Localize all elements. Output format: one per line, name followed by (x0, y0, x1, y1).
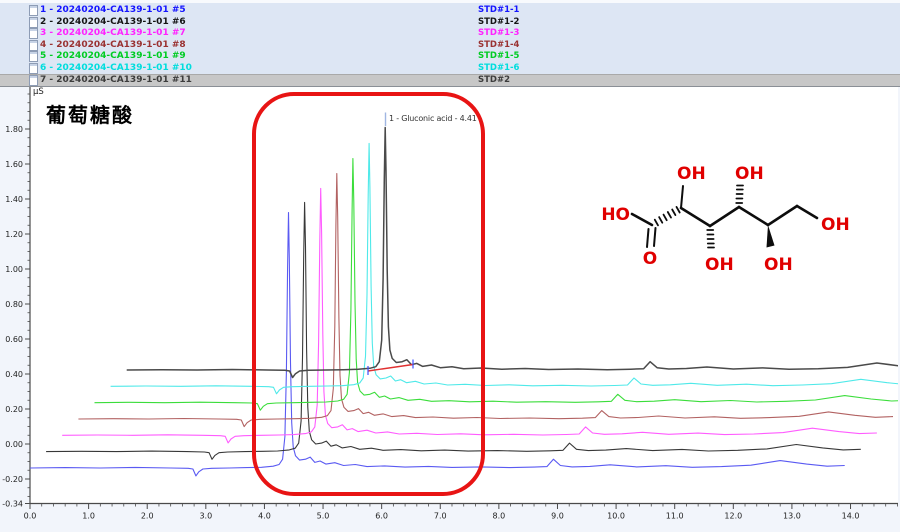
atom-label-oh4: OH (764, 255, 793, 275)
y-tick-label: -0.20 (2, 475, 23, 484)
red-highlight-box-annotation (252, 92, 485, 496)
y-tick-label: 1.00 (5, 265, 23, 274)
x-tick-label: 13.0 (783, 512, 801, 521)
injection-name-label: 6 - 20240204-CA139-1-01 #10 (40, 62, 192, 74)
x-tick-label: 9.0 (551, 512, 564, 521)
standard-name-label: STD#1-1 (478, 4, 519, 16)
injection-name-label: 3 - 20240204-CA139-1-01 #7 (40, 27, 186, 39)
atom-label-oh3: OH (705, 255, 734, 275)
x-tick-label: 2.0 (141, 512, 154, 521)
legend-row-injection-6[interactable]: 6 - 20240204-CA139-1-01 #10 STD#1-6 (0, 62, 900, 74)
y-tick-label: 1.60 (5, 160, 23, 169)
standard-name-label: STD#1-5 (478, 50, 519, 62)
injection-name-label: 2 - 20240204-CA139-1-01 #6 (40, 16, 186, 28)
x-tick-label: 1.0 (82, 512, 95, 521)
bond-c3-c4 (710, 207, 739, 226)
y-tick-label: 0.40 (5, 370, 23, 379)
solid-wedge-c5-oh (767, 225, 775, 248)
hashed-wedge-c1-c2 (655, 207, 680, 225)
standard-name-label: STD#1-4 (478, 39, 519, 51)
y-tick-label: 1.40 (5, 195, 23, 204)
bond-c4-c5 (739, 207, 768, 225)
atom-label-oh1: OH (677, 164, 706, 184)
x-tick-label: 14.0 (842, 512, 860, 521)
standard-name-label: STD#1-2 (478, 16, 519, 28)
y-tick-label: 0.00 (5, 440, 23, 449)
atom-label-oh5: OH (821, 215, 850, 235)
injection-name-label: 7 - 20240204-CA139-1-01 #11 (40, 74, 192, 86)
injection-name-label: 5 - 20240204-CA139-1-01 #9 (40, 50, 186, 62)
hashed-wedge-c3-oh (707, 230, 714, 248)
chromatogram-file-icon (29, 5, 38, 16)
x-tick-label: 3.0 (199, 512, 212, 521)
x-tick-label: 0.0 (24, 512, 37, 521)
x-tick-label: 11.0 (666, 512, 684, 521)
bond-c1-o-double-b (654, 228, 656, 246)
x-tick-label: 7.0 (434, 512, 447, 521)
y-tick-label: 0.20 (5, 405, 23, 414)
y-tick-label: 1.20 (5, 230, 23, 239)
atom-label-ho: HO (601, 205, 630, 225)
x-tick-label: 4.0 (258, 512, 271, 521)
standard-name-label: STD#2 (478, 74, 510, 86)
standard-name-label: STD#1-6 (478, 62, 519, 74)
chromatogram-file-icon (29, 28, 38, 39)
legend-row-injection-3[interactable]: 3 - 20240204-CA139-1-01 #7 STD#1-3 (0, 27, 900, 39)
chromatogram-file-icon (29, 63, 38, 74)
injection-name-label: 4 - 20240204-CA139-1-01 #8 (40, 39, 186, 51)
injection-legend-panel: 1 - 20240204-CA139-1-01 #5STD#1-12 - 202… (0, 0, 900, 87)
chromatogram-file-icon (29, 51, 38, 62)
hashed-wedge-c4-oh (736, 186, 743, 204)
x-tick-label: 8.0 (493, 512, 506, 521)
bond-c5-c6 (768, 206, 797, 225)
chromatogram-file-icon (29, 17, 38, 28)
legend-row-injection-7[interactable]: 7 - 20240204-CA139-1-01 #11 STD#2 (0, 74, 900, 86)
legend-row-injection-4[interactable]: 4 - 20240204-CA139-1-01 #8 STD#1-4 (0, 39, 900, 51)
standard-name-label: STD#1-3 (478, 27, 519, 39)
plot-title: 葡萄糖酸 (46, 99, 134, 128)
gluconic-acid-structure: HO O OH OH OH OH OH (590, 146, 890, 296)
y-tick-label: 0.80 (5, 300, 23, 309)
y-tick-label: -0.34 (2, 500, 23, 509)
legend-row-injection-2[interactable]: 2 - 20240204-CA139-1-01 #6 STD#1-2 (0, 16, 900, 28)
chromatography-app-window: { "legend": { "rows": [ {"label": "1 - 2… (0, 0, 900, 532)
atom-label-oh2: OH (735, 164, 764, 184)
bond-c6-oh (797, 206, 817, 218)
peak-annotation-label: 1 - Gluconic acid - 4.41 (389, 114, 477, 123)
chromatogram-file-icon (29, 75, 38, 86)
chromatogram-file-icon (29, 40, 38, 51)
bond-c1-o-double-a (647, 229, 649, 247)
x-tick-label: 12.0 (724, 512, 742, 521)
y-axis-unit-label: µS (33, 87, 44, 97)
legend-row-injection-5[interactable]: 5 - 20240204-CA139-1-01 #9 STD#1-5 (0, 50, 900, 62)
bond-ho-c1 (632, 214, 652, 225)
bond-c2-c3 (681, 208, 710, 226)
atom-label-o: O (643, 249, 657, 269)
x-tick-label: 5.0 (317, 512, 330, 521)
injection-name-label: 1 - 20240204-CA139-1-01 #5 (40, 4, 186, 16)
x-tick-label: 10.0 (607, 512, 625, 521)
y-tick-label: 0.60 (5, 335, 23, 344)
x-tick-label: 6.0 (375, 512, 388, 521)
legend-row-injection-1[interactable]: 1 - 20240204-CA139-1-01 #5 STD#1-1 (0, 4, 900, 16)
y-tick-label: 1.80 (5, 125, 23, 134)
bond-c2-oh-up (681, 186, 683, 208)
